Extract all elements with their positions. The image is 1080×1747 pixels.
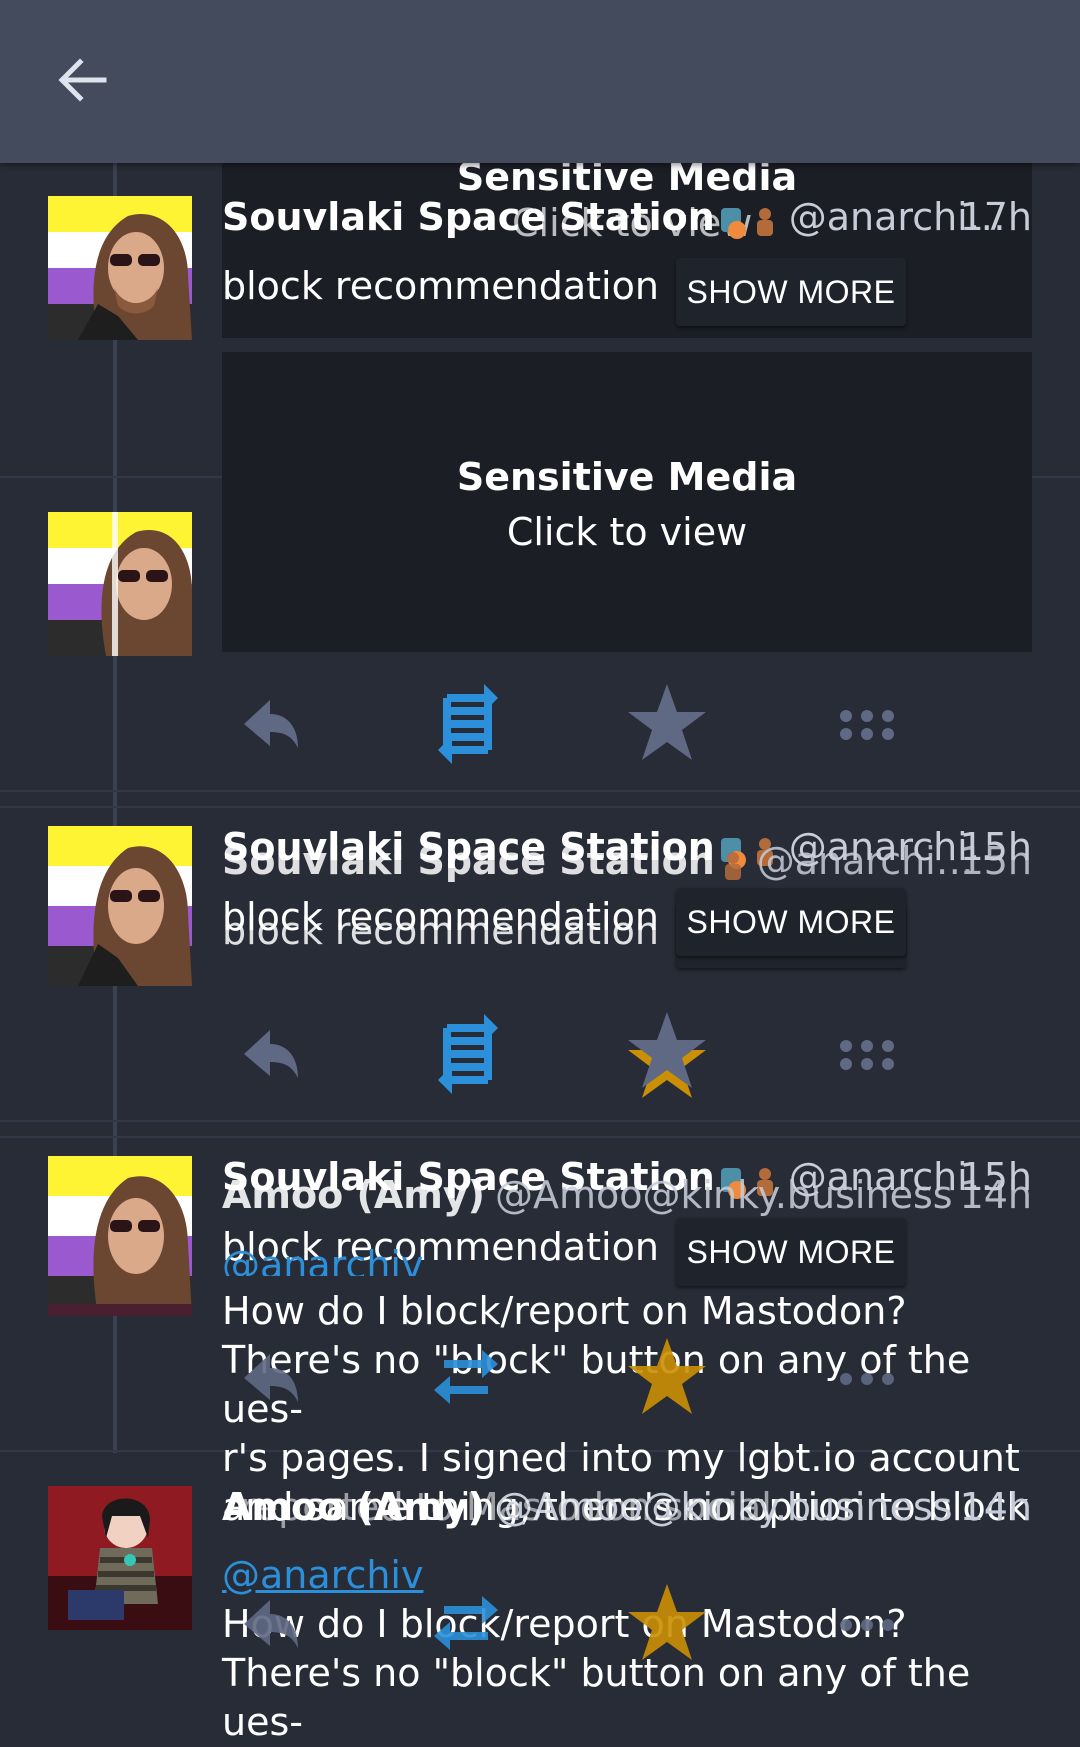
timestamp[interactable]: 14h (960, 1168, 1032, 1222)
reply-button[interactable] (222, 1334, 312, 1424)
display-name[interactable]: Souvlaki Space Station (222, 195, 715, 239)
content-warning-text: block recommendation (222, 264, 659, 308)
more-dots-icon (840, 1040, 894, 1070)
reply-icon (244, 1600, 298, 1648)
boost-button[interactable] (422, 1010, 512, 1100)
avatar[interactable] (48, 196, 192, 340)
content-warning-text-ghost: block recommendation (222, 909, 659, 953)
top-app-bar (0, 0, 1080, 163)
avatar[interactable] (48, 1486, 192, 1630)
boost-button[interactable] (422, 1334, 512, 1424)
more-options-button[interactable] (822, 1010, 912, 1100)
timestamp[interactable]: 17h (960, 190, 1032, 244)
display-name: Souvlaki Space Station (222, 839, 715, 883)
avatar-image (48, 512, 192, 656)
status-action-bar (222, 1580, 1032, 1670)
back-button[interactable] (52, 50, 112, 110)
reply-icon (244, 700, 298, 748)
status-body-line: How do I block/report on Mastodon? (222, 1289, 907, 1333)
status-body-line: r's pages. I signed into my lgbt.io acco… (222, 1436, 1020, 1480)
favourite-button[interactable] (622, 1580, 712, 1670)
more-options-button[interactable] (822, 1334, 912, 1424)
status-action-bar (222, 1334, 1032, 1424)
reply-button[interactable] (222, 1580, 312, 1670)
gingerbread-emoji-icon (751, 202, 779, 238)
star-icon (628, 684, 706, 760)
avatar-image (48, 196, 192, 340)
reply-icon (244, 1354, 298, 1402)
status-action-bar (222, 680, 1032, 770)
boost-icon (438, 684, 498, 764)
favourite-button[interactable] (622, 680, 712, 770)
account-handle[interactable]: @Amoo@kinky.business (495, 1173, 953, 1217)
avatar[interactable] (48, 826, 192, 986)
status-header[interactable]: Souvlaki Space Station @anarchi… 17h (222, 190, 1032, 244)
sensitive-media-subtitle: Click to view (506, 510, 748, 554)
overlay-text: reported to Mastodon.social (240, 1480, 1050, 1534)
emoji-icon (719, 202, 747, 239)
status-action-bar (222, 1010, 1032, 1100)
boost-icon (434, 1596, 498, 1650)
reply-button[interactable] (222, 680, 312, 770)
more-dots-icon (840, 710, 894, 740)
arrow-left-icon (58, 58, 107, 102)
avatar-image (48, 1156, 192, 1316)
more-options-button[interactable] (822, 1580, 912, 1670)
sensitive-media-overlay[interactable]: Sensitive Media Click to view (222, 352, 1032, 652)
sensitive-media-title: Sensitive Media (456, 455, 798, 499)
status-divider (0, 1120, 1080, 1122)
gingerbread-emoji-icon (719, 846, 747, 882)
status-header-ghost: Souvlaki Space Station @anarchi… 15h (222, 834, 1032, 888)
reply-button[interactable] (222, 1010, 312, 1100)
mention-link[interactable]: @anarchiv (222, 1240, 423, 1276)
avatar-image (48, 1486, 192, 1630)
boost-button[interactable] (422, 680, 512, 770)
reply-icon (244, 1030, 298, 1078)
display-name[interactable]: Amoo (Amy) (222, 1173, 485, 1217)
boost-icon (434, 1350, 498, 1404)
show-more-button[interactable]: SHOW MORE (676, 258, 906, 326)
more-dots-icon (840, 1619, 894, 1631)
status-header[interactable]: Amoo (Amy) @Amoo@kinky.business 14h (222, 1168, 1032, 1222)
show-more-button[interactable]: SHOW MORE (676, 1218, 906, 1286)
star-icon (628, 1012, 706, 1098)
timestamp: 15h (959, 839, 1032, 883)
status-divider (0, 1136, 1080, 1138)
boost-icon (438, 1014, 498, 1094)
avatar[interactable] (48, 1156, 192, 1316)
status-divider (0, 790, 1080, 792)
more-options-button[interactable] (822, 680, 912, 770)
status-divider (0, 806, 1080, 808)
overlay-text-content: reported to Mastodon.social (240, 1485, 772, 1529)
more-dots-icon (840, 1373, 894, 1385)
favourite-button[interactable] (622, 1010, 712, 1100)
avatar-image (48, 826, 192, 986)
favourite-button[interactable] (622, 1334, 712, 1424)
star-icon (628, 1338, 706, 1414)
star-icon (628, 1584, 706, 1660)
show-more-button[interactable]: SHOW MORE (676, 888, 906, 956)
boost-button[interactable] (422, 1580, 512, 1670)
avatar[interactable] (48, 512, 192, 656)
account-handle: @anarchi… (756, 839, 974, 883)
